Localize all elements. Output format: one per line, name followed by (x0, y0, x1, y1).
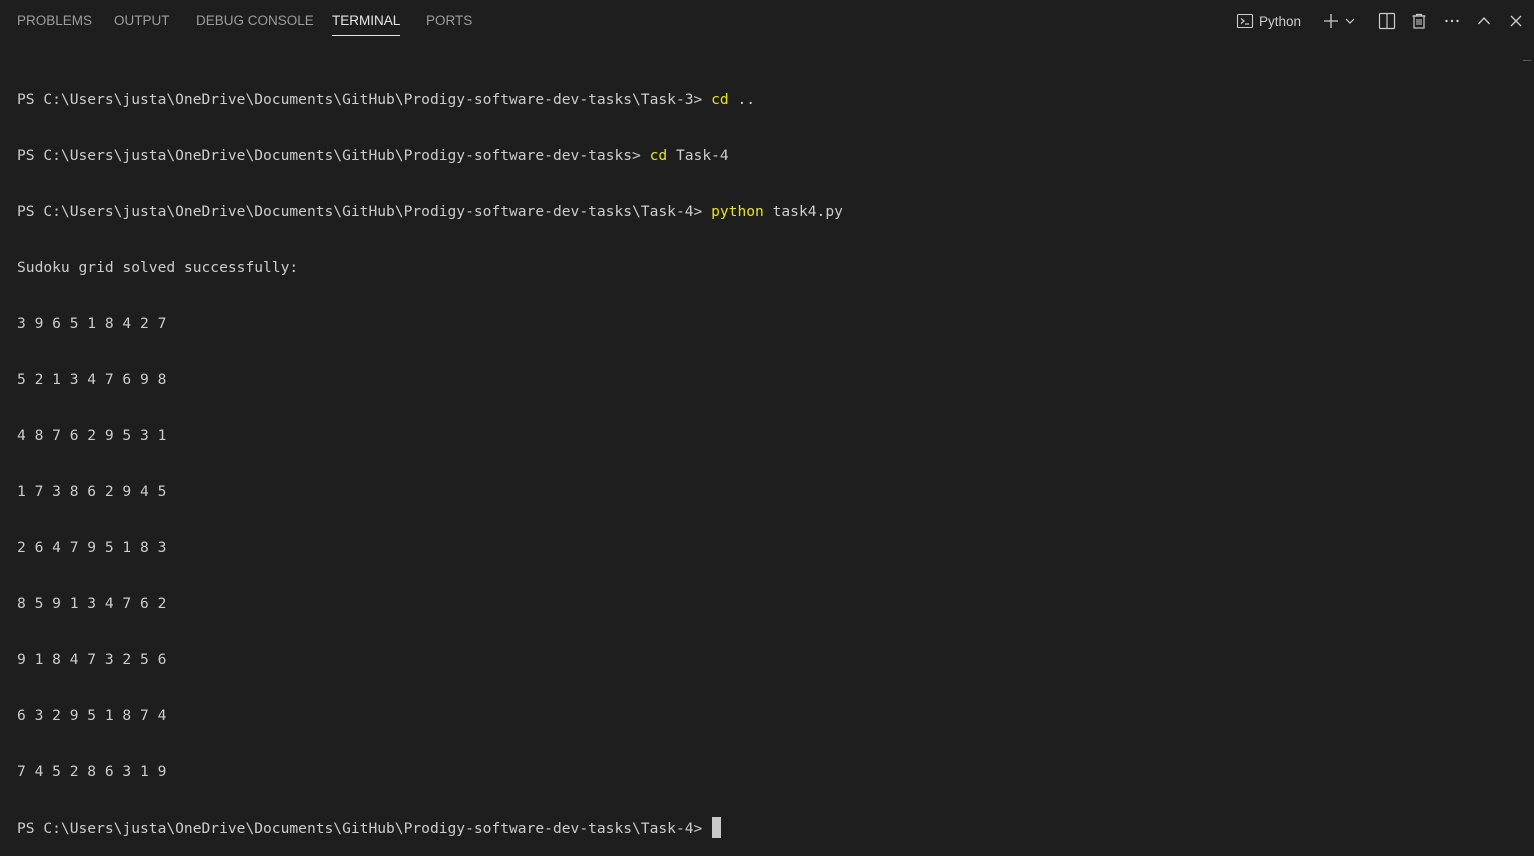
chevron-down-icon (1344, 15, 1356, 27)
terminal-launch-profile-button[interactable] (1342, 8, 1358, 34)
command-args: Task-4 (667, 147, 729, 164)
chevron-up-icon (1476, 13, 1492, 29)
new-terminal-button[interactable] (1320, 8, 1342, 34)
output-header: Sudoku grid solved successfully: (17, 259, 299, 276)
terminal-cursor (712, 817, 722, 838)
command-args: .. (728, 91, 756, 108)
sudoku-row: 9 1 8 4 7 3 2 5 6 (17, 651, 167, 668)
sudoku-row: 6 3 2 9 5 1 8 7 4 (17, 707, 167, 724)
tab-output[interactable]: OUTPUT (114, 12, 170, 36)
terminal-line: PS C:\Users\justa\OneDrive\Documents\Git… (17, 145, 1514, 167)
terminal-profile-button[interactable]: Python (1236, 8, 1301, 34)
panel-actions: Python (1214, 8, 1534, 34)
prompt: PS C:\Users\justa\OneDrive\Documents\Git… (17, 147, 650, 164)
terminal-scrollbar[interactable] (1520, 42, 1534, 570)
scrollbar-marker (1523, 60, 1531, 61)
tab-ports[interactable]: PORTS (426, 12, 472, 36)
split-icon (1378, 12, 1396, 30)
terminal-icon (1236, 12, 1254, 30)
sudoku-row: 3 9 6 5 1 8 4 2 7 (17, 315, 167, 332)
close-panel-button[interactable] (1503, 8, 1529, 34)
panel-tab-bar: PROBLEMS OUTPUT DEBUG CONSOLE TERMINAL P… (0, 0, 1534, 42)
terminal-profile-label: Python (1259, 13, 1302, 29)
sudoku-row: 7 4 5 2 8 6 3 1 9 (17, 763, 167, 780)
command-name: python (711, 203, 764, 220)
split-terminal-button[interactable] (1374, 8, 1400, 34)
kill-terminal-button[interactable] (1406, 8, 1432, 34)
more-icon (1443, 12, 1461, 30)
plus-icon (1322, 12, 1340, 30)
tab-terminal[interactable]: TERMINAL (332, 12, 401, 36)
trash-icon (1410, 12, 1428, 30)
tab-debug-console[interactable]: DEBUG CONSOLE (196, 12, 314, 36)
command-name: cd (711, 91, 729, 108)
command-name: cd (649, 147, 668, 164)
sudoku-row: 1 7 3 8 6 2 9 4 5 (17, 483, 167, 500)
maximize-panel-button[interactable] (1471, 8, 1497, 34)
command-args: task4.py (763, 203, 843, 220)
tab-problems[interactable]: PROBLEMS (17, 12, 92, 36)
terminal-line: PS C:\Users\justa\OneDrive\Documents\Git… (17, 89, 1514, 111)
sudoku-row: 5 2 1 3 4 7 6 9 8 (17, 371, 167, 388)
more-actions-button[interactable] (1439, 8, 1465, 34)
terminal-line: PS C:\Users\justa\OneDrive\Documents\Git… (17, 201, 1514, 223)
prompt: PS C:\Users\justa\OneDrive\Documents\Git… (17, 203, 712, 220)
terminal-line: PS C:\Users\justa\OneDrive\Documents\Git… (17, 817, 1514, 839)
sudoku-row: 2 6 4 7 9 5 1 8 3 (17, 539, 167, 556)
close-icon (1508, 13, 1524, 29)
terminal-output[interactable]: PS C:\Users\justa\OneDrive\Documents\Git… (17, 55, 1514, 856)
prompt: PS C:\Users\justa\OneDrive\Documents\Git… (17, 91, 712, 108)
prompt: PS C:\Users\justa\OneDrive\Documents\Git… (17, 820, 712, 837)
sudoku-row: 8 5 9 1 3 4 7 6 2 (17, 595, 167, 612)
sudoku-row: 4 8 7 6 2 9 5 3 1 (17, 427, 167, 444)
